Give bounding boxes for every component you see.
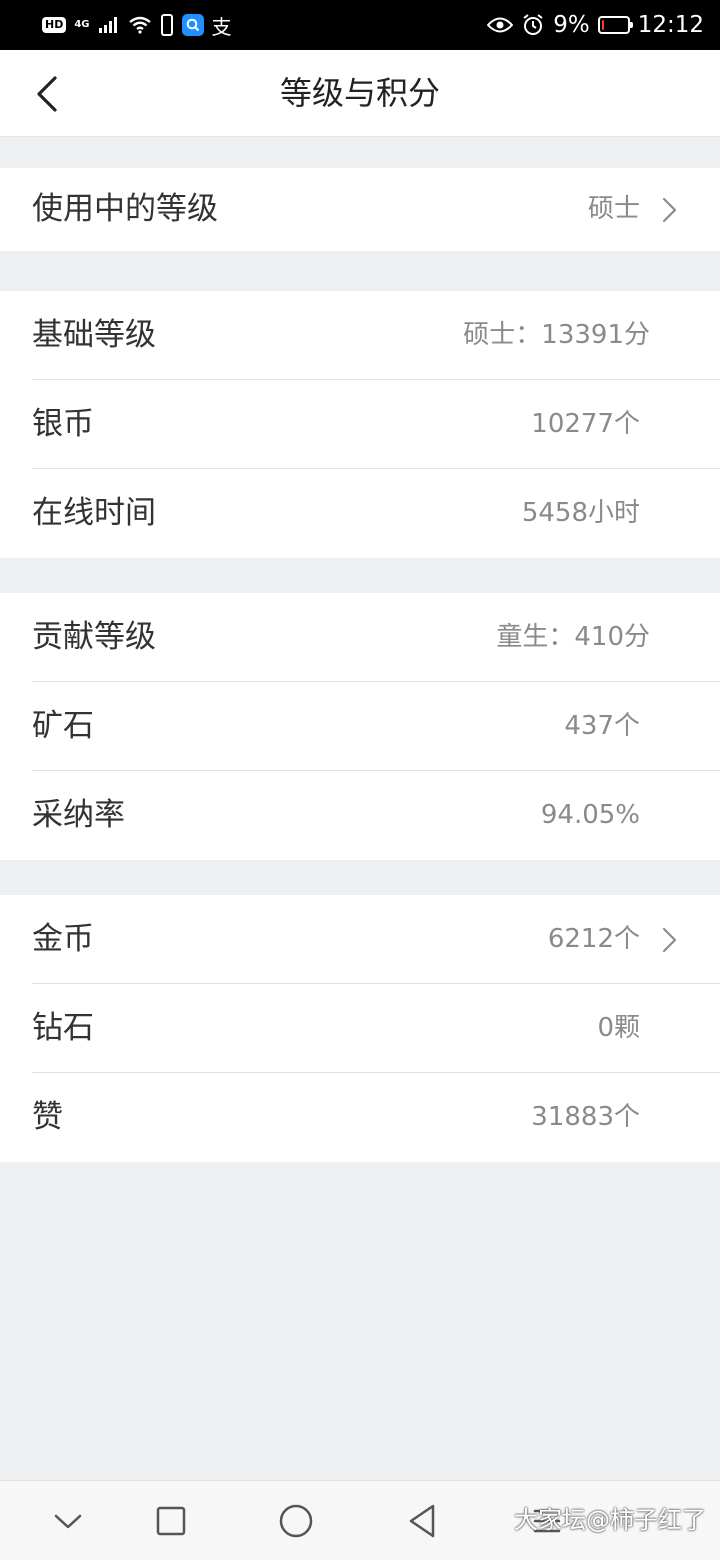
system-back-button[interactable] bbox=[402, 1501, 442, 1541]
basic-level-row: 基础等级 硕士：13391分 bbox=[0, 291, 720, 380]
recents-button[interactable] bbox=[151, 1501, 191, 1541]
current-level-row[interactable]: 使用中的等级 硕士 bbox=[0, 168, 720, 251]
watermark: 大家坛@柿子红了 bbox=[514, 1506, 706, 1534]
signal-icon bbox=[98, 17, 117, 33]
adoption-rate-label: 采纳率 bbox=[32, 797, 125, 833]
gold-coin-value: 6212个 bbox=[547, 924, 640, 954]
adoption-rate-row: 采纳率 94.05% bbox=[0, 771, 720, 860]
collapse-button[interactable] bbox=[48, 1501, 88, 1541]
online-time-value: 5458小时 bbox=[521, 498, 640, 528]
ore-row: 矿石 437个 bbox=[0, 682, 720, 771]
home-button[interactable] bbox=[276, 1501, 316, 1541]
contribution-level-row: 贡献等级 童生：410分 bbox=[0, 593, 720, 682]
back-button[interactable] bbox=[22, 66, 72, 122]
alarm-icon bbox=[523, 14, 543, 35]
current-level-label: 使用中的等级 bbox=[32, 191, 218, 227]
likes-value: 31883个 bbox=[531, 1102, 640, 1132]
chevron-right-icon bbox=[662, 927, 677, 953]
battery-percent: 9% bbox=[553, 12, 590, 38]
assets-section: 金币 6212个 钻石 0颗 赞 31883个 bbox=[0, 895, 720, 1162]
clock: 12:12 bbox=[637, 12, 704, 38]
ore-value: 437个 bbox=[564, 711, 640, 741]
status-bar: HD 4G 支 9% 12:12 bbox=[0, 0, 720, 50]
wifi-icon bbox=[128, 16, 151, 34]
current-level-section: 使用中的等级 硕士 bbox=[0, 168, 720, 251]
chevron-right-icon bbox=[662, 197, 677, 223]
battery-icon bbox=[597, 16, 633, 34]
top-nav-bar: 等级与积分 bbox=[0, 50, 720, 137]
online-time-label: 在线时间 bbox=[32, 495, 156, 531]
status-right: 9% 12:12 bbox=[487, 10, 704, 40]
silver-coin-value: 10277个 bbox=[531, 409, 640, 439]
diamond-row: 钻石 0颗 bbox=[0, 984, 720, 1073]
page-title: 等级与积分 bbox=[279, 74, 440, 112]
recents-icon bbox=[156, 1506, 186, 1536]
eye-icon bbox=[487, 17, 514, 33]
status-left: HD 4G 支 bbox=[42, 10, 232, 40]
contribution-level-value: 童生：410分 bbox=[496, 622, 650, 652]
home-icon bbox=[279, 1504, 313, 1538]
collapse-icon bbox=[54, 1514, 82, 1529]
basic-level-label: 基础等级 bbox=[32, 317, 156, 353]
silver-coin-label: 银币 bbox=[32, 406, 94, 442]
diamond-value: 0颗 bbox=[597, 1013, 640, 1043]
gold-coin-row[interactable]: 金币 6212个 bbox=[0, 895, 720, 984]
likes-row: 赞 31883个 bbox=[0, 1073, 720, 1162]
basic-level-section: 基础等级 硕士：13391分 银币 10277个 在线时间 5458小时 bbox=[0, 291, 720, 558]
online-time-row: 在线时间 5458小时 bbox=[0, 469, 720, 558]
silver-coin-row: 银币 10277个 bbox=[0, 380, 720, 469]
chevron-left-icon bbox=[37, 76, 57, 112]
phone-icon bbox=[160, 14, 173, 36]
contribution-section: 贡献等级 童生：410分 矿石 437个 采纳率 94.05% bbox=[0, 593, 720, 860]
basic-level-value: 硕士：13391分 bbox=[463, 320, 650, 350]
back-icon bbox=[409, 1504, 435, 1538]
current-level-value: 硕士 bbox=[587, 194, 640, 224]
contribution-level-label: 贡献等级 bbox=[32, 619, 156, 655]
search-app-icon bbox=[181, 14, 204, 36]
diamond-label: 钻石 bbox=[32, 1010, 94, 1046]
ore-label: 矿石 bbox=[32, 708, 94, 744]
alipay-icon: 支 bbox=[211, 14, 232, 39]
adoption-rate-value: 94.05% bbox=[540, 800, 640, 830]
hd-badge: HD bbox=[42, 17, 67, 33]
gold-coin-label: 金币 bbox=[32, 921, 94, 957]
network-type: 4G bbox=[74, 19, 90, 30]
likes-label: 赞 bbox=[32, 1099, 63, 1135]
